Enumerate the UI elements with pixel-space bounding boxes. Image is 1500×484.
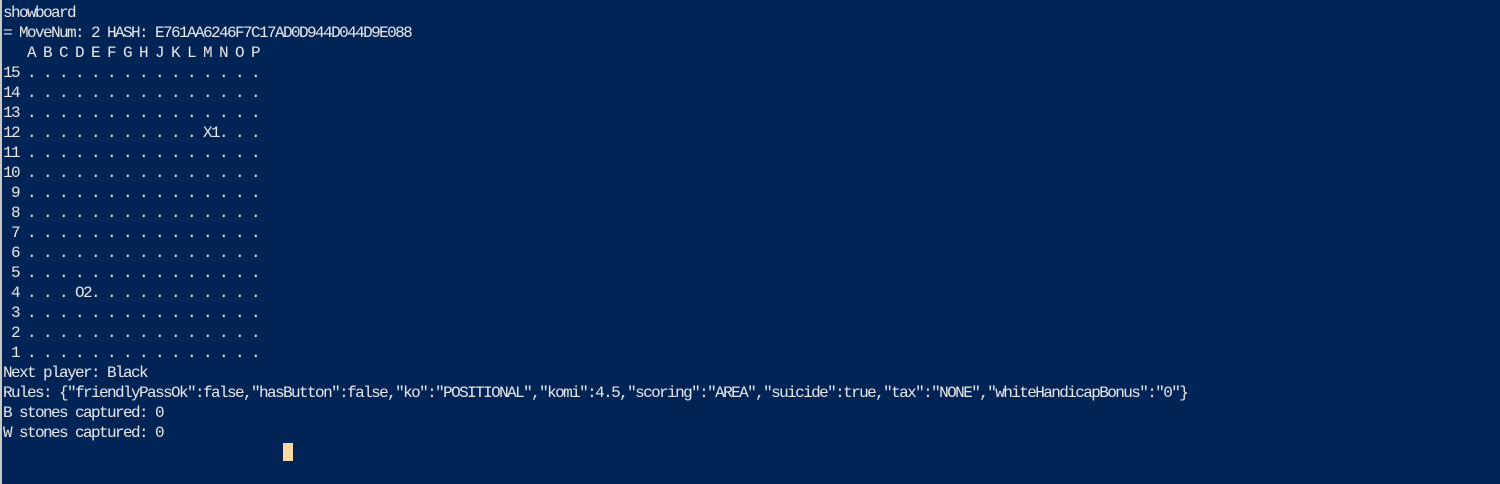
board-row-15: 15 . . . . . . . . . . . . . . . [3,64,261,82]
board-row-13: 13 . . . . . . . . . . . . . . . [3,104,261,122]
board-column-header: A B C D E F G H J K L M N O P [3,44,261,62]
board-row-10: 10 . . . . . . . . . . . . . . . [3,164,261,182]
board-row-5: 5 . . . . . . . . . . . . . . . [3,264,261,282]
white-captured-line: W stones captured: 0 [3,424,165,442]
board-row-6: 6 . . . . . . . . . . . . . . . [3,244,261,262]
board-row-9: 9 . . . . . . . . . . . . . . . [3,184,261,202]
text-cursor [283,443,293,461]
next-player-line: Next player: Black [3,364,149,382]
terminal-output[interactable]: showboard = MoveNum: 2 HASH: E761AA6246F… [3,3,1497,481]
rules-line: Rules: {"friendlyPassOk":false,"hasButto… [3,384,1189,402]
board-row-14: 14 . . . . . . . . . . . . . . . [3,84,261,102]
board-row-1: 1 . . . . . . . . . . . . . . . [3,344,261,362]
board-row-8: 8 . . . . . . . . . . . . . . . [3,204,261,222]
terminal-line-command: showboard [3,4,77,22]
black-captured-line: B stones captured: 0 [3,404,165,422]
board-row-11: 11 . . . . . . . . . . . . . . . [3,144,261,162]
board-row-2: 2 . . . . . . . . . . . . . . . [3,324,261,342]
terminal-line-movenum-hash: = MoveNum: 2 HASH: E761AA6246F7C17AD0D94… [3,24,413,42]
window-left-border [0,0,2,484]
board-row-4: 4 . . . O2. . . . . . . . . . . [3,284,261,302]
board-row-12: 12 . . . . . . . . . . . X1. . . [3,124,261,142]
board-row-3: 3 . . . . . . . . . . . . . . . [3,304,261,322]
board-row-7: 7 . . . . . . . . . . . . . . . [3,224,261,242]
